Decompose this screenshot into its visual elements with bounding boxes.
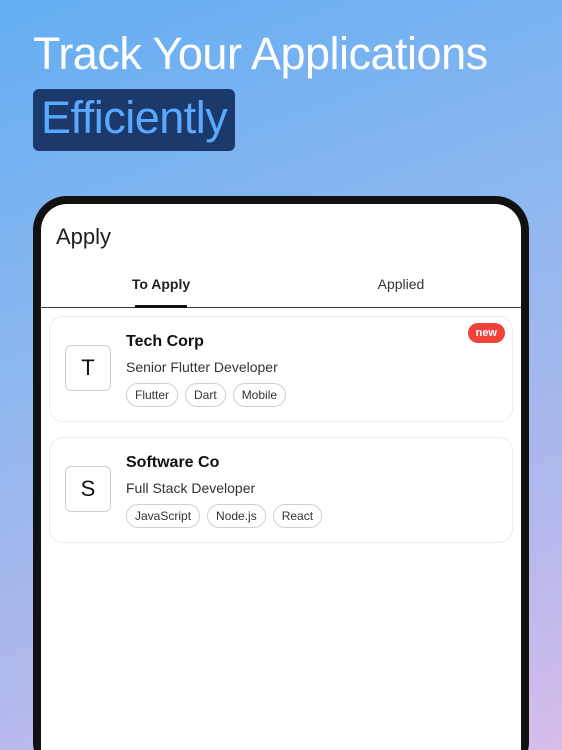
promo-highlight: Efficiently [33,89,236,151]
job-card[interactable]: S Software Co Full Stack Developer JavaS… [49,437,513,543]
app-screen: Apply To Apply Applied T Tech Corp Senio… [41,204,521,750]
tab-to-apply[interactable]: To Apply [41,262,281,308]
skill-tag: Flutter [126,383,179,407]
job-role: Full Stack Developer [126,480,256,496]
company-avatar: T [65,345,111,391]
company-name: Tech Corp [126,333,204,350]
company-avatar: S [65,466,111,512]
skill-tag: Mobile [232,383,287,407]
job-role: Senior Flutter Developer [126,359,278,375]
skill-tags: Flutter Dart Mobile [126,383,287,407]
new-badge: new [467,323,505,343]
phone-frame: Apply To Apply Applied T Tech Corp Senio… [33,196,529,750]
promo-headline: Track Your Applications [33,28,488,79]
skill-tag: Node.js [207,504,266,528]
job-card[interactable]: T Tech Corp Senior Flutter Developer Flu… [49,316,513,422]
tab-bar: To Apply Applied [41,262,521,308]
tab-applied[interactable]: Applied [281,262,521,307]
company-name: Software Co [126,454,220,471]
skill-tag: Dart [185,383,226,407]
skill-tags: JavaScript Node.js React [126,504,323,528]
skill-tag: JavaScript [126,504,201,528]
skill-tag: React [272,504,323,528]
app-title: Apply [56,224,112,249]
